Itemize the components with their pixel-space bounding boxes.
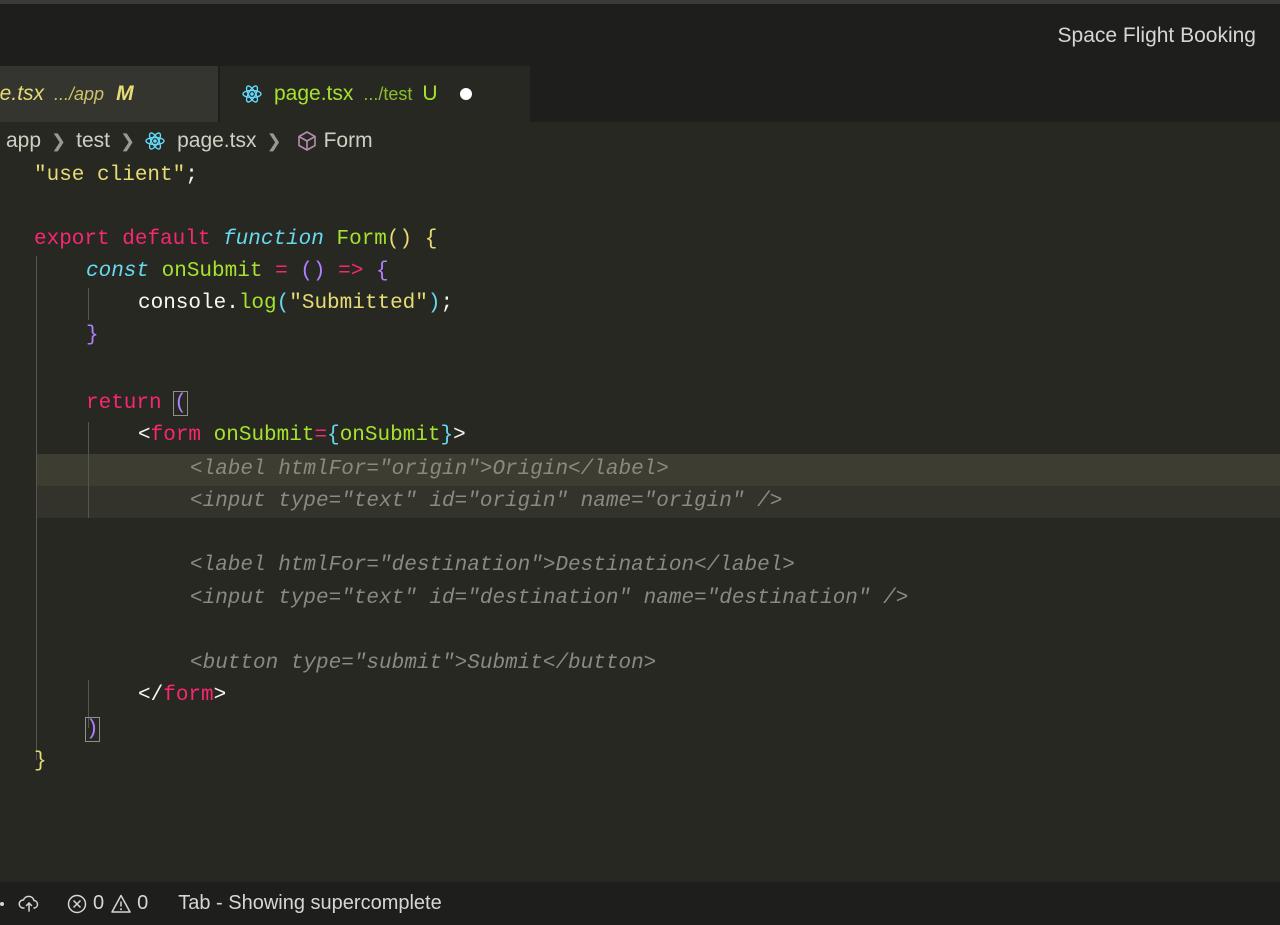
code-line-17: </form>: [138, 684, 227, 707]
indent-guide: [88, 422, 89, 518]
error-icon[interactable]: [66, 893, 88, 915]
window-title: Space Flight Booking: [1057, 24, 1256, 47]
code-line-18: ): [85, 717, 100, 742]
title-bar: Space Flight Booking: [0, 0, 1280, 66]
ghost-suggestion-line: <input type="text" id="origin" name="ori…: [190, 490, 783, 513]
branch-icon[interactable]: [0, 893, 10, 915]
breadcrumb-symbol[interactable]: Form: [324, 129, 373, 153]
breadcrumb-file[interactable]: page.tsx: [177, 129, 256, 153]
chevron-right-icon: ❯: [51, 130, 67, 151]
unsaved-dot-icon[interactable]: [459, 88, 472, 100]
breadcrumb-test[interactable]: test: [76, 129, 110, 153]
ghost-suggestion-line: <label htmlFor="origin">Origin</label>: [190, 458, 669, 481]
code-line-19: }: [34, 750, 47, 773]
error-count[interactable]: 0: [93, 892, 104, 915]
tab-filename: page.tsx: [274, 82, 354, 105]
status-message[interactable]: Tab - Showing supercomplete: [178, 892, 441, 915]
warning-icon[interactable]: [110, 893, 132, 915]
react-icon: [242, 84, 262, 104]
tab-app-page[interactable]: ge.tsx .../app M: [0, 66, 218, 122]
chevron-right-icon: ❯: [120, 130, 136, 151]
status-bar: 0 0 Tab - Showing supercomplete: [0, 882, 1280, 925]
tab-test-page[interactable]: page.tsx .../test U: [220, 66, 530, 122]
code-line-5: console.log("Submitted");: [138, 292, 454, 315]
tab-untracked-badge: U: [422, 82, 438, 105]
editor-tabs: ge.tsx .../app M page.tsx .../test U: [0, 66, 1280, 122]
ghost-suggestion-line: <label htmlFor="destination">Destination…: [190, 554, 795, 577]
code-line-1: "use client";: [34, 164, 198, 187]
indent-guide: [88, 288, 89, 320]
breadcrumb: app ❯ test ❯ page.tsx ❯ Form: [0, 122, 1280, 160]
warning-count[interactable]: 0: [137, 892, 148, 915]
tab-filename: ge.tsx: [0, 82, 45, 105]
chevron-right-icon: ❯: [266, 130, 282, 151]
code-line-8: return (: [86, 391, 188, 416]
react-icon: [145, 131, 165, 151]
tab-modified-badge: M: [116, 82, 134, 105]
tab-path: .../test: [363, 83, 413, 104]
indent-guide: [36, 256, 37, 760]
sync-cloud-icon[interactable]: [18, 893, 40, 915]
code-editor[interactable]: "use client"; export default function Fo…: [0, 160, 1280, 882]
cube-icon: [296, 130, 318, 152]
ghost-suggestion-line: <button type="submit">Submit</button>: [190, 652, 657, 675]
ghost-suggestion-line: <input type="text" id="destination" name…: [190, 587, 909, 610]
tab-path: .../app: [54, 83, 105, 104]
code-line-3: export default function Form() {: [34, 228, 438, 251]
code-line-9: <form onSubmit={onSubmit}>: [138, 424, 466, 447]
code-line-4: const onSubmit = () => {: [86, 260, 389, 283]
code-line-6: }: [86, 324, 99, 347]
breadcrumb-app[interactable]: app: [6, 129, 41, 153]
